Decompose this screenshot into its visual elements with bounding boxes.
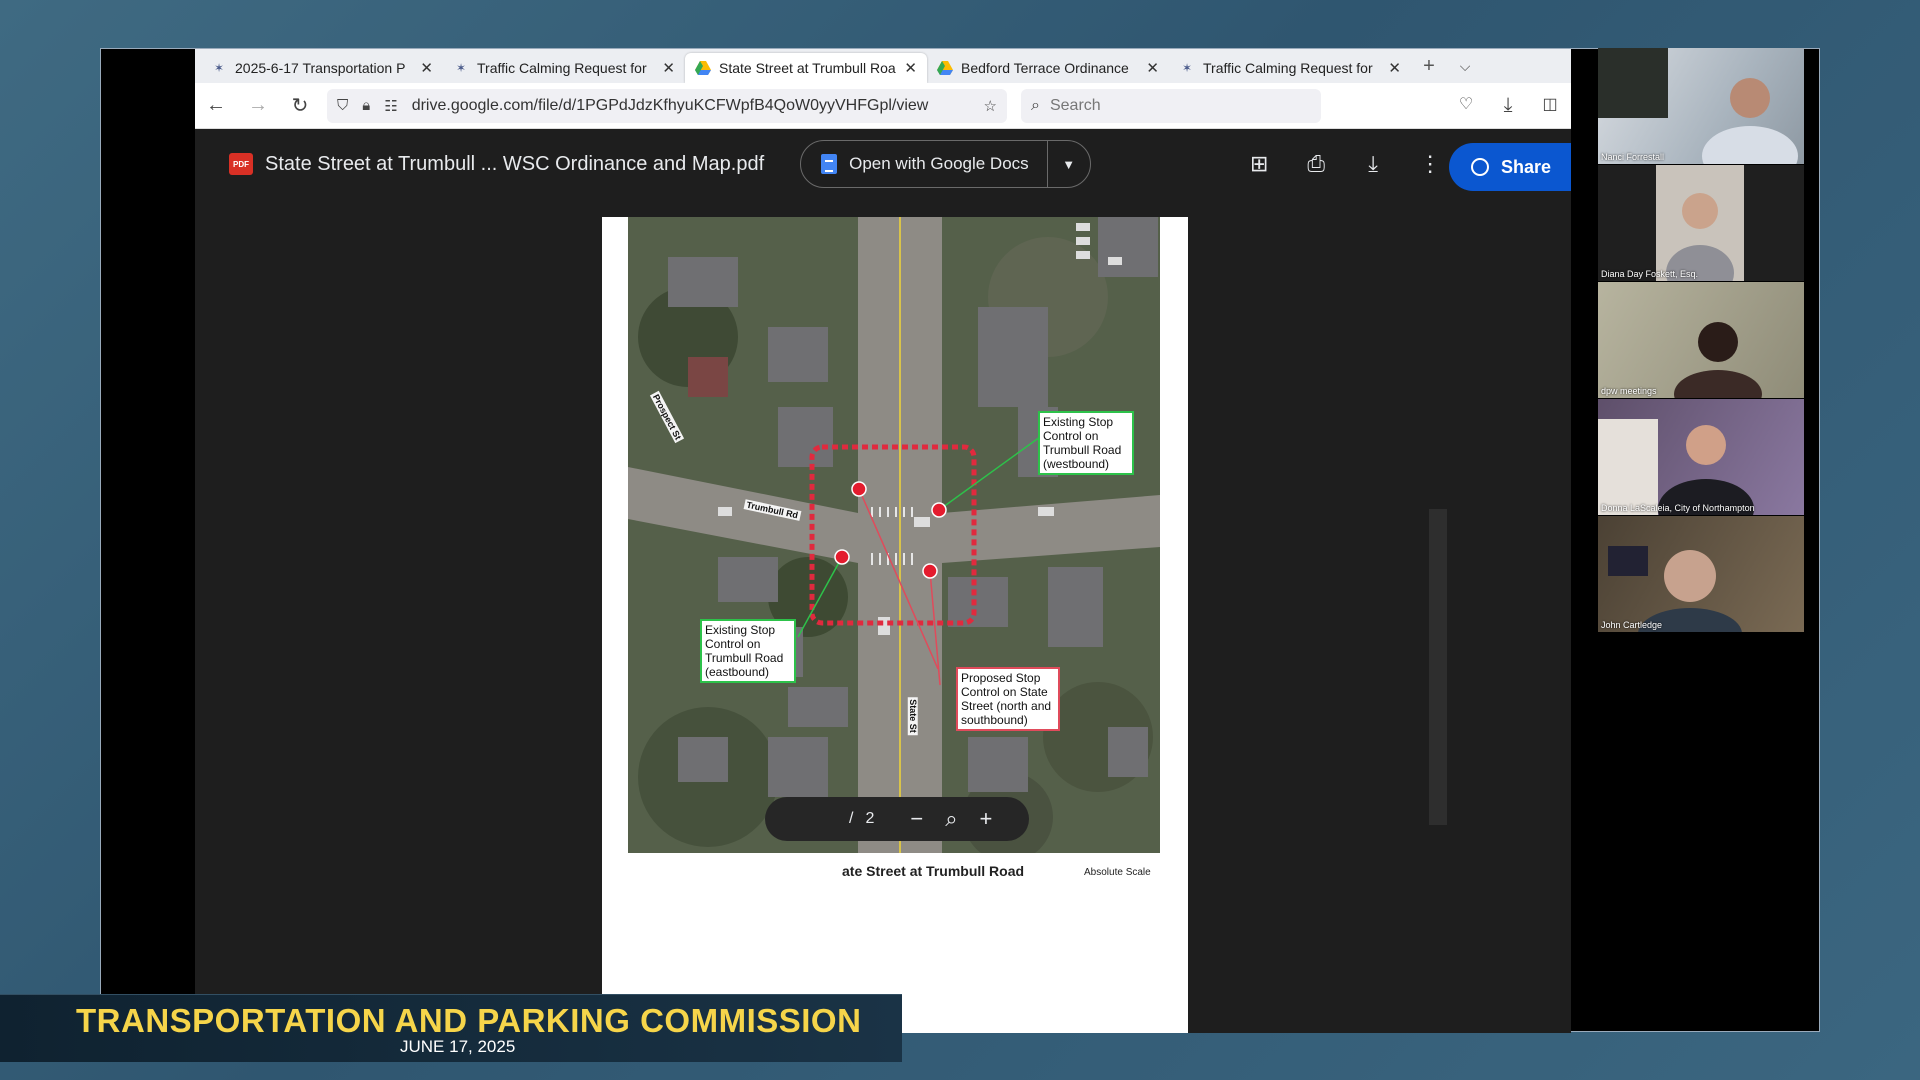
zoom-controls: − ⌕ + — [910, 806, 992, 832]
page-navigation: / 2 − ⌕ + — [765, 797, 1029, 841]
search-icon: ⌕ — [1031, 96, 1040, 114]
map-scale-label: Absolute Scale — [1084, 867, 1151, 878]
aerial-map-graphic — [628, 217, 1160, 853]
broadcast-title: TRANSPORTATION AND PARKING COMMISSION — [76, 1002, 862, 1039]
callout-proposed-state-street: Proposed Stop Control on State Street (n… — [956, 667, 1060, 731]
participant-name: Diana Day Foskett, Esq. — [1601, 269, 1699, 279]
sidebar-icon[interactable]: ◫ — [1529, 94, 1571, 117]
participant-strip: Nanci Forrestall Diana Day Foskett, Esq.… — [1598, 48, 1804, 633]
google-docs-icon — [821, 154, 838, 174]
close-tab-icon[interactable]: ✕ — [904, 59, 917, 77]
navigation-bar: ← → ↻ ⛉ 🔒︎ ☷ drive.google.com/file/d/1PG… — [195, 83, 1571, 129]
pocket-icon[interactable]: ♡ — [1445, 94, 1487, 117]
zoom-out-icon[interactable]: − — [910, 806, 923, 832]
participant-tile[interactable]: dpw meetings — [1598, 282, 1804, 398]
share-button[interactable]: Share — [1449, 143, 1571, 191]
new-tab-plus-icon[interactable]: + — [1411, 55, 1447, 78]
participant-tile[interactable]: Nanci Forrestall — [1598, 48, 1804, 164]
chevron-down-icon[interactable]: ▼ — [1048, 157, 1090, 172]
zoom-icon: ✶ — [1181, 61, 1193, 75]
participant-video — [1674, 322, 1762, 398]
zoom-icon: ✶ — [455, 61, 467, 75]
share-label: Share — [1501, 156, 1552, 177]
reload-icon[interactable]: ↻ — [279, 93, 321, 118]
street-label-state: State St — [907, 697, 918, 735]
address-bar[interactable]: ⛉ 🔒︎ ☷ drive.google.com/file/d/1PGPdJdzK… — [327, 88, 1007, 123]
more-options-icon[interactable]: ⋮ — [1412, 151, 1449, 177]
tab-title: Bedford Terrace Ordinance — [961, 60, 1129, 76]
aerial-map: Existing Stop Control on Trumbull Road (… — [628, 217, 1160, 853]
tab-transportation-agenda[interactable]: ✶ 2025-6-17 Transportation P ✕ — [201, 53, 443, 83]
print-icon[interactable]: ⎙ — [1298, 151, 1335, 177]
file-name: State Street at Trumbull ... WSC Ordinan… — [265, 152, 765, 175]
zoom-icon: ✶ — [213, 61, 225, 75]
close-tab-icon[interactable]: ✕ — [420, 59, 433, 77]
tab-state-street[interactable]: State Street at Trumbull Roa ✕ — [685, 53, 927, 83]
close-tab-icon[interactable]: ✕ — [662, 59, 675, 77]
site-permissions-icon[interactable]: ☷ — [384, 97, 397, 115]
map-footer-title: ate Street at Trumbull Road — [842, 863, 1025, 879]
page-separator: / — [849, 810, 854, 827]
participant-video — [1598, 48, 1798, 164]
callout-existing-eastbound: Existing Stop Control on Trumbull Road (… — [700, 619, 796, 683]
shield-icon[interactable]: ⛉ — [337, 97, 348, 114]
vertical-scrollbar[interactable] — [1429, 509, 1447, 825]
lock-icon[interactable]: 🔒︎ — [362, 97, 370, 114]
participant-name: Nanci Forrestall — [1601, 152, 1665, 162]
globe-icon — [1471, 158, 1489, 176]
participant-video — [1608, 546, 1742, 632]
tab-list-chevron-icon[interactable]: ⌵ — [1447, 58, 1483, 75]
drive-tool-icons: ⊞ ⎙ ⤓ ⋮ — [1241, 151, 1449, 177]
callout-existing-westbound: Existing Stop Control on Trumbull Road (… — [1038, 411, 1134, 475]
tab-bedford-terrace[interactable]: Bedford Terrace Ordinance ✕ — [927, 53, 1169, 83]
close-tab-icon[interactable]: ✕ — [1388, 59, 1401, 77]
participant-tile[interactable]: Donna LaScaleia, City of Northampton — [1598, 399, 1804, 515]
magnifier-icon[interactable]: ⌕ — [945, 806, 957, 832]
tab-traffic-calming-1[interactable]: ✶ Traffic Calming Request for ✕ — [443, 53, 685, 83]
pdf-page: Existing Stop Control on Trumbull Road (… — [602, 217, 1188, 1033]
add-comment-icon[interactable]: ⊞ — [1241, 151, 1278, 177]
tab-strip: ✶ 2025-6-17 Transportation P ✕ ✶ Traffic… — [195, 49, 1571, 83]
participant-name: dpw meetings — [1601, 386, 1657, 396]
tab-title: 2025-6-17 Transportation P — [235, 60, 406, 76]
participant-tile[interactable]: John Cartledge — [1598, 516, 1804, 632]
pdf-file-icon: PDF — [229, 153, 253, 175]
toolbar-right: ♡ ⤓ ◫ — [1445, 94, 1571, 117]
open-with-label: Open with Google Docs — [849, 140, 1048, 188]
download-icon[interactable]: ⤓ — [1355, 151, 1392, 177]
shared-screen: ✶ 2025-6-17 Transportation P ✕ ✶ Traffic… — [100, 48, 1820, 1033]
tab-title: State Street at Trumbull Roa — [719, 60, 896, 76]
zoom-in-icon[interactable]: + — [980, 806, 993, 832]
search-input[interactable]: ⌕ Search — [1021, 88, 1321, 123]
bookmark-star-icon[interactable]: ☆ — [984, 97, 997, 115]
google-drive-icon — [695, 60, 711, 76]
close-tab-icon[interactable]: ✕ — [1146, 59, 1159, 77]
participant-video — [1598, 419, 1754, 515]
tab-title: Traffic Calming Request for — [477, 60, 647, 76]
open-with-google-docs-button[interactable]: Open with Google Docs ▼ — [800, 140, 1091, 188]
participant-name: Donna LaScaleia, City of Northampton — [1601, 503, 1755, 513]
drive-viewer-toolbar: PDF State Street at Trumbull ... WSC Ord… — [195, 129, 1571, 199]
broadcast-date: JUNE 17, 2025 — [400, 1037, 516, 1056]
participant-name: John Cartledge — [1601, 620, 1663, 630]
search-placeholder: Search — [1049, 96, 1101, 114]
browser-window: ✶ 2025-6-17 Transportation P ✕ ✶ Traffic… — [195, 49, 1571, 1033]
back-arrow-icon[interactable]: ← — [195, 94, 237, 117]
tab-traffic-calming-2[interactable]: ✶ Traffic Calming Request for ✕ — [1169, 53, 1411, 83]
downloads-icon[interactable]: ⤓ — [1487, 94, 1529, 117]
google-drive-icon — [937, 60, 953, 76]
broadcast-lower-third: TRANSPORTATION AND PARKING COMMISSION JU… — [0, 994, 902, 1062]
total-pages: 2 — [865, 810, 875, 827]
tab-title: Traffic Calming Request for — [1203, 60, 1373, 76]
url-text[interactable]: drive.google.com/file/d/1PGPdJdzKfhyuKCF… — [412, 97, 976, 115]
participant-video — [1656, 165, 1744, 281]
participant-tile[interactable]: Diana Day Foskett, Esq. — [1598, 165, 1804, 281]
forward-arrow-icon[interactable]: → — [237, 94, 279, 117]
